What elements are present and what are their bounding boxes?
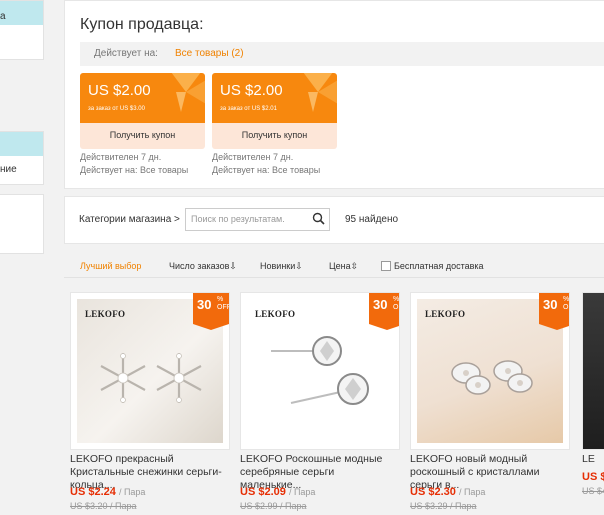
discount-badge: 30 %OFF bbox=[193, 293, 230, 330]
coupon-validity: Действителен 7 дн. bbox=[80, 152, 162, 162]
product-price: US $2.30 / Пара bbox=[410, 486, 485, 498]
discount-badge: 30 %OFF bbox=[369, 293, 400, 330]
coupon-valid-bar: Действует на: Все товары (2) bbox=[80, 42, 604, 66]
product-image[interactable]: LEKOFO 30 %OFF bbox=[70, 292, 230, 450]
coupon-decoration-icon bbox=[303, 73, 337, 112]
product-title-partial[interactable]: LE bbox=[582, 453, 595, 465]
coupon-scope: Действует на: Все товары bbox=[80, 165, 189, 175]
discount-off-label: %OFF bbox=[217, 296, 230, 311]
product-price: US $2.24 / Пара bbox=[70, 486, 145, 498]
coupon-scope: Действует на: Все товары bbox=[212, 165, 321, 175]
product-image-partial[interactable] bbox=[582, 292, 604, 450]
discount-badge: 30 %OFF bbox=[539, 293, 570, 330]
sidebar-text[interactable]: а bbox=[0, 11, 6, 22]
product-card[interactable]: LEKOFO 30 %OFF LEKOFO Роскошные модные с… bbox=[240, 292, 400, 515]
price-value: US $2.30 bbox=[410, 486, 456, 498]
product-price: US $2.09 / Пара bbox=[240, 486, 315, 498]
store-category-bar: Категории магазина > 95 найдено bbox=[64, 196, 604, 244]
product-card[interactable]: LEKOFO 30 % OFF LEKOFO прекрасный Кристал… bbox=[70, 292, 230, 515]
coupon-condition: за заказ от US $2.01 bbox=[220, 106, 277, 112]
product-old-price: US $3.20 / Пара bbox=[70, 501, 137, 511]
coupon-title: Купон продавца: bbox=[80, 16, 204, 33]
price-value: US $2.24 bbox=[70, 486, 116, 498]
sidebar-text-2[interactable]: ние bbox=[0, 164, 17, 175]
valid-label: Действует на: bbox=[94, 48, 158, 59]
results-count: 95 найдено bbox=[345, 214, 399, 225]
price-unit: / Пара bbox=[118, 487, 146, 497]
store-categories-link[interactable]: Категории магазина > bbox=[79, 214, 180, 225]
product-price-partial: US $4 bbox=[582, 471, 604, 483]
badge-tail bbox=[193, 324, 229, 330]
get-coupon-button[interactable]: Получить купон bbox=[212, 123, 337, 149]
coupon-card: US $2.00 за заказ от US $2.01 Получить к… bbox=[212, 73, 337, 149]
valid-value-link[interactable]: Все товары (2) bbox=[175, 42, 244, 66]
sort-orders[interactable]: Число заказов⇩ bbox=[169, 261, 237, 272]
sidebar-header-2 bbox=[0, 132, 43, 156]
coupon-amount: US $2.00 bbox=[220, 82, 283, 99]
search-input[interactable] bbox=[186, 209, 309, 228]
discount-value: 30 bbox=[373, 297, 388, 312]
search-box bbox=[185, 208, 330, 231]
coupon-validity: Действителен 7 дн. bbox=[212, 152, 294, 162]
discount-value: 30 bbox=[543, 297, 558, 312]
free-shipping-checkbox[interactable] bbox=[381, 261, 391, 271]
coupon-info: Действителен 7 дн. Действует на: Все тов… bbox=[212, 151, 320, 177]
sidebar-header bbox=[0, 1, 43, 25]
coupon-card: US $2.00 за заказ от US $3.00 Получить к… bbox=[80, 73, 205, 149]
crystal-earring-icon bbox=[451, 360, 533, 395]
coupon-amount: US $2.00 bbox=[88, 82, 151, 99]
product-old-price-partial: US $4 bbox=[582, 486, 604, 496]
price-unit: / Пара bbox=[458, 487, 486, 497]
discount-off-label: %OFF bbox=[563, 296, 570, 311]
stud-earring-icon bbox=[271, 336, 369, 405]
product-old-price: US $2.99 / Пара bbox=[240, 501, 307, 511]
product-brand: LEKOFO bbox=[425, 309, 466, 319]
product-image[interactable]: LEKOFO 30 %OFF bbox=[410, 292, 570, 450]
coupon-info: Действителен 7 дн. Действует на: Все тов… bbox=[80, 151, 188, 177]
product-old-price: US $3.29 / Пара bbox=[410, 501, 477, 511]
sort-divider bbox=[64, 277, 604, 278]
coupon-top: US $2.00 за заказ от US $2.01 bbox=[212, 73, 337, 123]
get-coupon-button[interactable]: Получить купон bbox=[80, 123, 205, 149]
product-image[interactable]: LEKOFO 30 %OFF bbox=[240, 292, 400, 450]
sort-best-match[interactable]: Лучший выбор bbox=[80, 261, 141, 271]
coupon-top: US $2.00 за заказ от US $3.00 bbox=[80, 73, 205, 123]
product-brand: LEKOFO bbox=[255, 309, 296, 319]
seller-coupon-panel: Купон продавца: Действует на: Все товары… bbox=[64, 0, 604, 189]
coupon-condition: за заказ от US $3.00 bbox=[88, 106, 145, 112]
discount-off-label: %OFF bbox=[393, 296, 400, 311]
discount-value: 30 bbox=[197, 297, 212, 312]
coupon-decoration-icon bbox=[171, 73, 205, 112]
badge-tail bbox=[369, 324, 399, 330]
search-icon[interactable] bbox=[312, 212, 325, 225]
badge-tail bbox=[539, 324, 569, 330]
price-unit: / Пара bbox=[288, 487, 316, 497]
product-card-partial[interactable]: LE US $4 US $4 bbox=[582, 292, 604, 515]
sidebar-box-3 bbox=[0, 194, 44, 254]
sort-price[interactable]: Цена⇳ bbox=[329, 261, 358, 272]
sidebar-category-box: а bbox=[0, 0, 44, 60]
price-value: US $2.09 bbox=[240, 486, 286, 498]
snowflake-earring-icon bbox=[100, 353, 202, 403]
sort-newest[interactable]: Новинки⇩ bbox=[260, 261, 303, 272]
product-card[interactable]: LEKOFO 30 %OFF LEKOFO новый модный роско… bbox=[410, 292, 570, 515]
free-shipping-label[interactable]: Бесплатная доставка bbox=[394, 261, 484, 271]
sidebar-filter-box: ние bbox=[0, 131, 44, 185]
sort-bar: Лучший выбор Число заказов⇩ Новинки⇩ Цен… bbox=[64, 257, 604, 277]
product-brand: LEKOFO bbox=[85, 309, 126, 319]
